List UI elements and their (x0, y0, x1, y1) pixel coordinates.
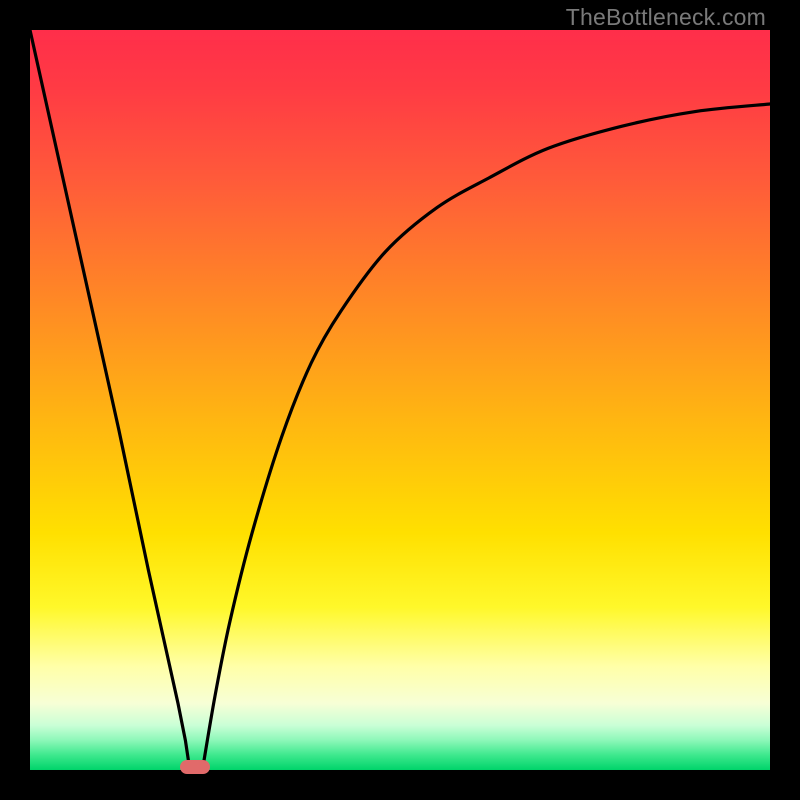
bottleneck-curve (30, 30, 770, 770)
curve-path (30, 30, 770, 770)
watermark-text: TheBottleneck.com (566, 4, 766, 31)
plot-area (30, 30, 770, 770)
minimum-marker (180, 760, 210, 774)
chart-frame: TheBottleneck.com (0, 0, 800, 800)
